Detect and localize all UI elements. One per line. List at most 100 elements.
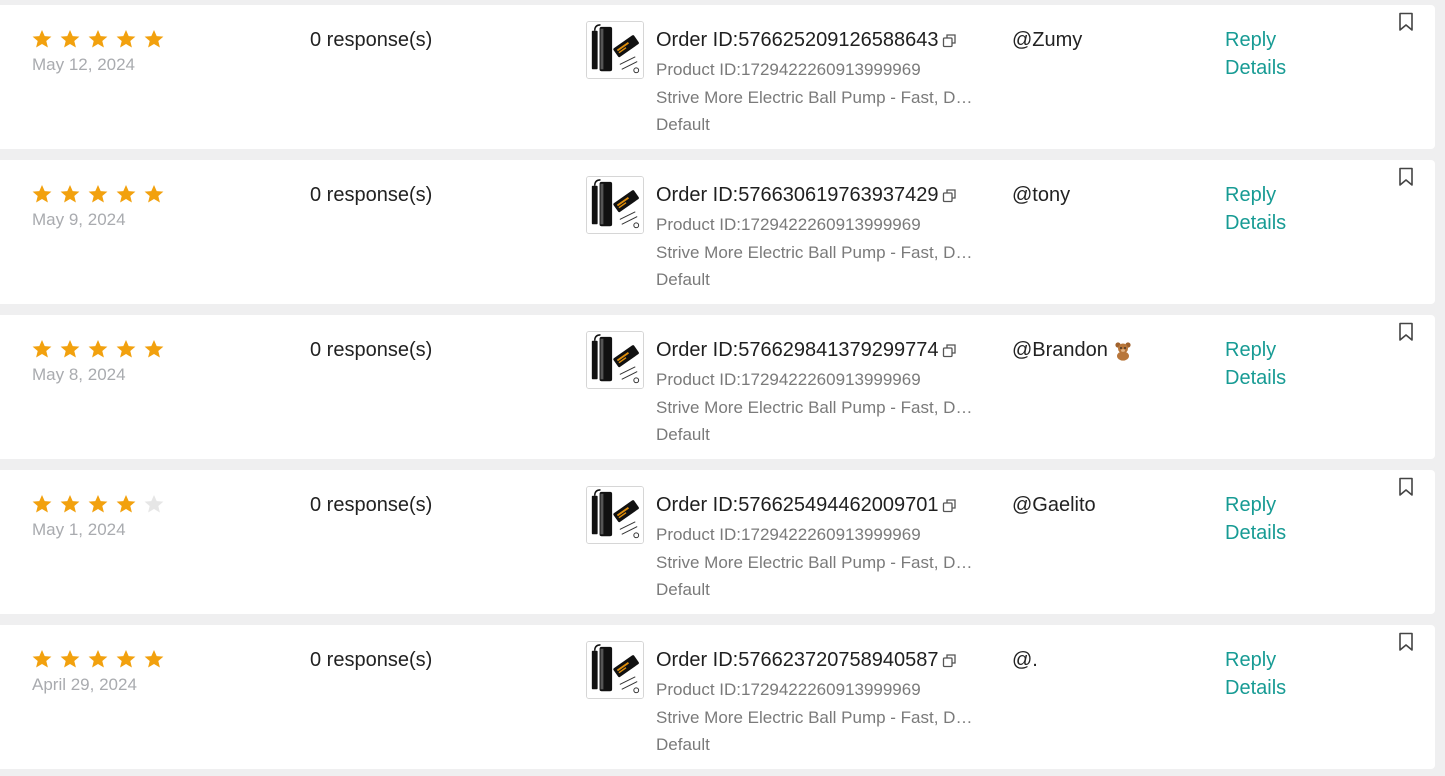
star-filled-icon <box>143 339 165 359</box>
product-name: Strive More Electric Ball Pump - Fast, D… <box>656 243 976 262</box>
order-id-row: Order ID:576625209126588643 <box>656 29 957 52</box>
star-filled-icon <box>115 649 137 669</box>
review-date: May 8, 2024 <box>32 365 126 384</box>
reviewer-username: @Brandon <box>1012 339 1108 361</box>
product-id: Product ID:1729422260913999969 <box>656 680 921 699</box>
response-count: 0 response(s) <box>310 494 433 516</box>
response-count: 0 response(s) <box>310 29 433 51</box>
details-link[interactable]: Details <box>1225 367 1286 390</box>
copy-icon[interactable] <box>942 343 957 358</box>
bookmark-icon[interactable] <box>1397 632 1415 652</box>
reviewer-username-row: @. <box>1012 649 1038 672</box>
star-filled-icon <box>143 649 165 669</box>
star-filled-icon <box>143 29 165 49</box>
order-id-row: Order ID:576623720758940587 <box>656 649 957 672</box>
product-id: Product ID:1729422260913999969 <box>656 60 921 79</box>
star-filled-icon <box>31 339 53 359</box>
product-id: Product ID:1729422260913999969 <box>656 215 921 234</box>
electric-ball-pump-image <box>587 487 643 543</box>
review-date: May 12, 2024 <box>32 55 136 74</box>
review-date: May 9, 2024 <box>32 210 126 229</box>
teddy-bear-emoji-icon <box>1113 341 1133 361</box>
response-count: 0 response(s) <box>310 184 433 206</box>
reply-link[interactable]: Reply <box>1225 649 1276 672</box>
reviewer-username-row: @Brandon <box>1012 339 1133 362</box>
order-id: Order ID:576630619763937429 <box>656 184 939 206</box>
reviewer-username: @. <box>1012 649 1038 671</box>
product-variant: Default <box>656 580 710 599</box>
reply-link[interactable]: Reply <box>1225 494 1276 517</box>
review-card: April 29, 2024 0 response(s) Order ID:57… <box>0 625 1435 769</box>
star-filled-icon <box>59 339 81 359</box>
product-id: Product ID:1729422260913999969 <box>656 525 921 544</box>
copy-icon[interactable] <box>942 498 957 513</box>
product-variant: Default <box>656 735 710 754</box>
product-thumbnail[interactable] <box>586 486 644 544</box>
star-filled-icon <box>31 29 53 49</box>
reviewer-username: @Zumy <box>1012 29 1083 51</box>
star-filled-icon <box>31 184 53 204</box>
electric-ball-pump-image <box>587 22 643 78</box>
details-link[interactable]: Details <box>1225 57 1286 80</box>
order-id-row: Order ID:576625494462009701 <box>656 494 957 517</box>
details-link[interactable]: Details <box>1225 522 1286 545</box>
star-filled-icon <box>115 29 137 49</box>
reviewer-username-row: @Zumy <box>1012 29 1082 52</box>
star-filled-icon <box>31 649 53 669</box>
product-id: Product ID:1729422260913999969 <box>656 370 921 389</box>
star-filled-icon <box>87 494 109 514</box>
bookmark-icon[interactable] <box>1397 167 1415 187</box>
copy-icon[interactable] <box>942 33 957 48</box>
response-count: 0 response(s) <box>310 339 433 361</box>
product-thumbnail[interactable] <box>586 331 644 389</box>
electric-ball-pump-image <box>587 642 643 698</box>
order-id-row: Order ID:576630619763937429 <box>656 184 957 207</box>
order-id-row: Order ID:576629841379299774 <box>656 339 957 362</box>
details-link[interactable]: Details <box>1225 677 1286 700</box>
product-name: Strive More Electric Ball Pump - Fast, D… <box>656 398 976 417</box>
bookmark-icon[interactable] <box>1397 322 1415 342</box>
product-variant: Default <box>656 425 710 444</box>
reviewer-username-row: @tony <box>1012 184 1070 207</box>
reviewer-username: @Gaelito <box>1012 494 1096 516</box>
review-card: May 12, 2024 0 response(s) Order ID:5766… <box>0 5 1435 149</box>
reply-link[interactable]: Reply <box>1225 339 1276 362</box>
star-filled-icon <box>87 29 109 49</box>
order-id: Order ID:576629841379299774 <box>656 339 939 361</box>
star-filled-icon <box>59 184 81 204</box>
product-variant: Default <box>656 270 710 289</box>
copy-icon[interactable] <box>942 653 957 668</box>
product-name: Strive More Electric Ball Pump - Fast, D… <box>656 708 976 727</box>
reviewer-username: @tony <box>1012 184 1071 206</box>
product-name: Strive More Electric Ball Pump - Fast, D… <box>656 88 976 107</box>
review-list: May 12, 2024 0 response(s) Order ID:5766… <box>0 0 1445 776</box>
star-filled-icon <box>115 494 137 514</box>
copy-icon[interactable] <box>942 188 957 203</box>
electric-ball-pump-image <box>587 177 643 233</box>
bookmark-icon[interactable] <box>1397 477 1415 497</box>
reply-link[interactable]: Reply <box>1225 29 1276 52</box>
star-empty-icon <box>143 494 165 514</box>
review-date: April 29, 2024 <box>32 675 137 694</box>
star-filled-icon <box>87 339 109 359</box>
star-filled-icon <box>143 184 165 204</box>
review-card: May 1, 2024 0 response(s) Order ID:57662… <box>0 470 1435 614</box>
bookmark-icon[interactable] <box>1397 12 1415 32</box>
star-filled-icon <box>59 649 81 669</box>
product-thumbnail[interactable] <box>586 641 644 699</box>
electric-ball-pump-image <box>587 332 643 388</box>
star-filled-icon <box>59 494 81 514</box>
star-filled-icon <box>115 339 137 359</box>
product-name: Strive More Electric Ball Pump - Fast, D… <box>656 553 976 572</box>
review-date: May 1, 2024 <box>32 520 126 539</box>
order-id: Order ID:576625494462009701 <box>656 494 939 516</box>
product-thumbnail[interactable] <box>586 21 644 79</box>
reply-link[interactable]: Reply <box>1225 184 1276 207</box>
order-id: Order ID:576623720758940587 <box>656 649 939 671</box>
response-count: 0 response(s) <box>310 649 433 671</box>
star-filled-icon <box>31 494 53 514</box>
product-thumbnail[interactable] <box>586 176 644 234</box>
details-link[interactable]: Details <box>1225 212 1286 235</box>
reviewer-username-row: @Gaelito <box>1012 494 1096 517</box>
review-card: May 8, 2024 0 response(s) Order ID:57662… <box>0 315 1435 459</box>
